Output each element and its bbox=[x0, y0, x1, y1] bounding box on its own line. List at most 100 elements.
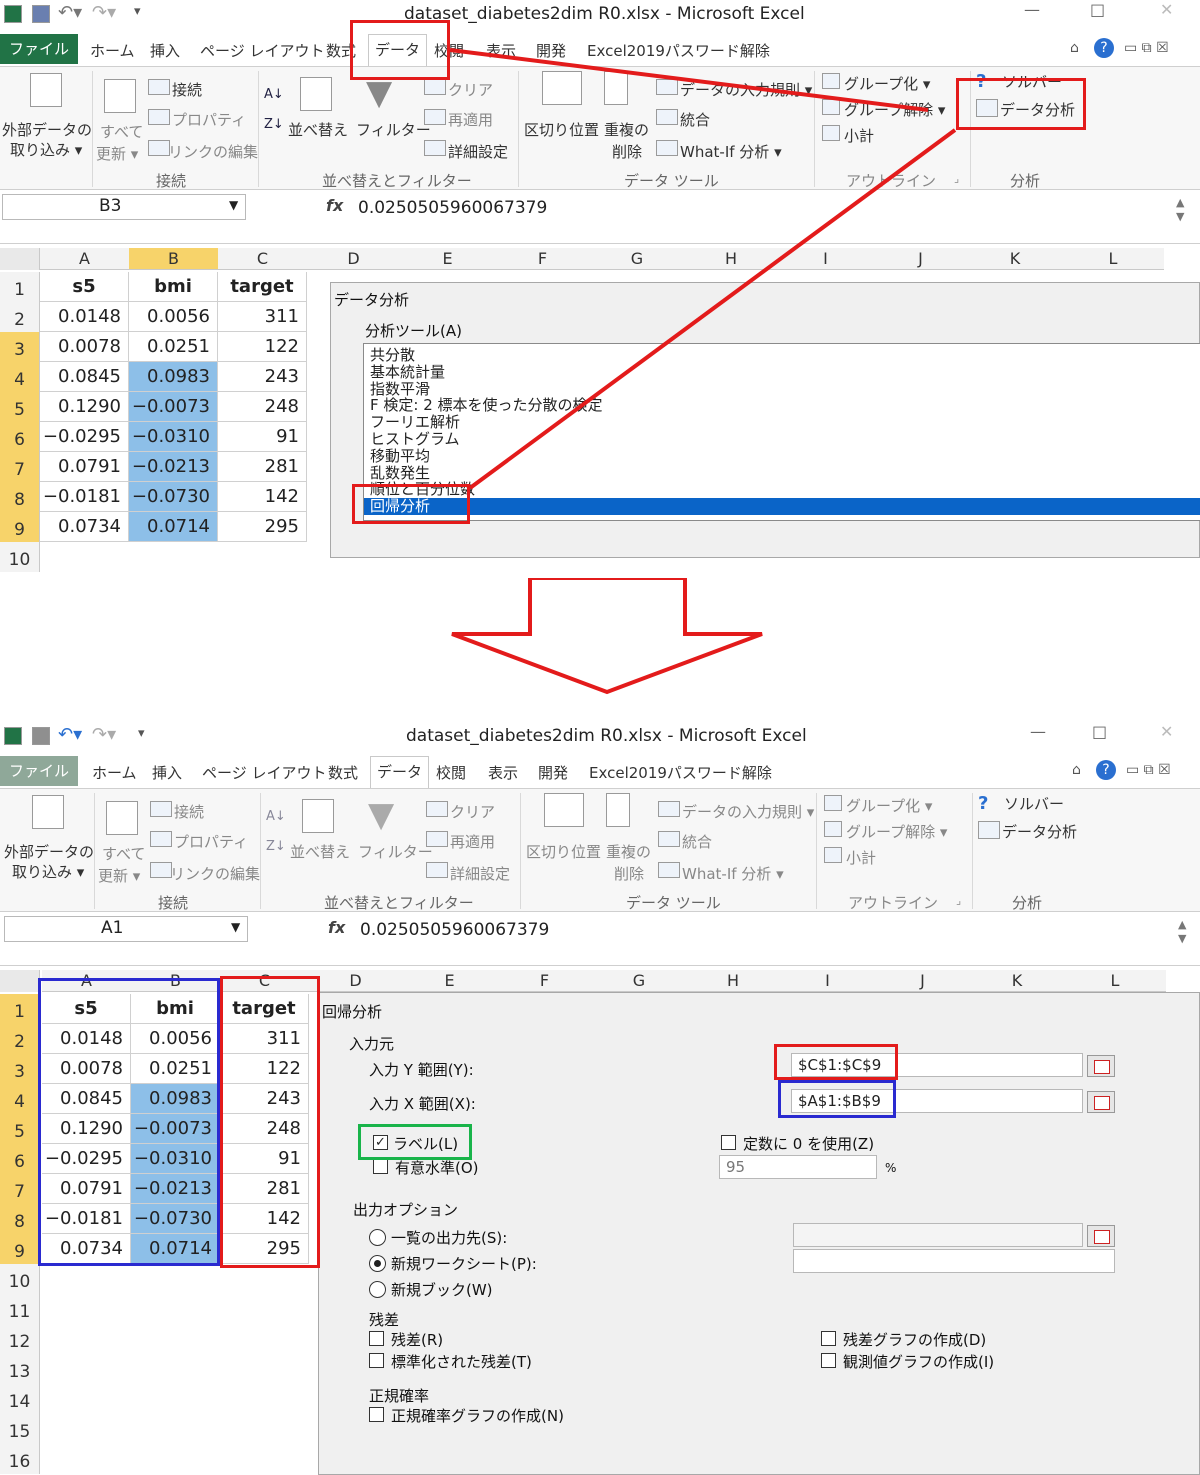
customize-toolbar-icon[interactable]: ▾ bbox=[138, 726, 145, 741]
tab-developer[interactable]: 開発 bbox=[538, 762, 568, 783]
tab-formulas[interactable]: 数式 bbox=[328, 762, 358, 783]
row-header-4[interactable]: 4 bbox=[0, 1084, 40, 1114]
new-sheet-input[interactable] bbox=[793, 1249, 1115, 1273]
const-zero-checkbox[interactable] bbox=[721, 1135, 736, 1150]
data-validation-button[interactable]: データの入力規則 ▾ bbox=[682, 801, 814, 822]
data-analysis-button[interactable]: データ分析 bbox=[1002, 821, 1077, 842]
column-header-i[interactable]: I bbox=[780, 970, 875, 992]
subtotal-button[interactable]: 小計 bbox=[846, 847, 876, 868]
row-header-14[interactable]: 14 bbox=[0, 1384, 40, 1414]
confidence-input[interactable]: 95 bbox=[719, 1155, 877, 1179]
column-header-l[interactable]: L bbox=[1064, 970, 1166, 992]
close-icon[interactable]: ✕ bbox=[1160, 722, 1173, 741]
connections-button[interactable]: 接続 bbox=[174, 801, 204, 822]
redo-icon[interactable]: ↷▾ bbox=[92, 724, 116, 745]
what-if-button[interactable]: What-If 分析 ▾ bbox=[682, 863, 784, 884]
outline-launcher-icon[interactable]: ⌟ bbox=[956, 894, 961, 907]
residual-plots-label: 残差グラフの作成(D) bbox=[843, 1331, 987, 1349]
std-residuals-checkbox[interactable] bbox=[369, 1353, 384, 1368]
new-sheet-radio[interactable] bbox=[369, 1255, 386, 1272]
name-box-dropdown-icon[interactable]: ▼ bbox=[231, 920, 240, 934]
properties-button[interactable]: プロパティ bbox=[174, 831, 248, 852]
output-range-radio[interactable] bbox=[369, 1229, 386, 1246]
y-range-picker-button[interactable] bbox=[1087, 1055, 1115, 1077]
column-header-g[interactable]: G bbox=[592, 970, 686, 992]
row-header-7[interactable]: 7 bbox=[0, 1174, 40, 1204]
remove-duplicates-label-2[interactable]: 削除 bbox=[614, 863, 644, 884]
group-button[interactable]: グループ化 ▾ bbox=[846, 795, 932, 816]
residual-plots-checkbox[interactable] bbox=[821, 1331, 836, 1346]
consolidate-icon bbox=[658, 831, 680, 847]
maximize-icon[interactable]: □ bbox=[1092, 722, 1107, 741]
tab-password[interactable]: Excel2019パスワード解除 bbox=[589, 762, 772, 783]
row-header-5[interactable]: 5 bbox=[0, 1114, 40, 1144]
formula-scroll-icon[interactable]: ▲ ▼ bbox=[1178, 918, 1186, 946]
column-header-j[interactable]: J bbox=[875, 970, 970, 992]
normal-plots-checkbox[interactable] bbox=[369, 1407, 384, 1422]
sort-button[interactable]: 並べ替え bbox=[290, 841, 350, 862]
edit-links-icon bbox=[150, 862, 172, 878]
row-header-13[interactable]: 13 bbox=[0, 1354, 40, 1384]
output-range-input[interactable] bbox=[793, 1223, 1083, 1247]
column-header-k[interactable]: K bbox=[970, 970, 1064, 992]
tab-data[interactable]: データ bbox=[370, 756, 430, 788]
solver-button[interactable]: ソルバー bbox=[1004, 793, 1064, 814]
new-book-radio[interactable] bbox=[369, 1281, 386, 1298]
column-header-h[interactable]: H bbox=[686, 970, 780, 992]
line-fit-plots-checkbox[interactable] bbox=[821, 1353, 836, 1368]
edit-links-button[interactable]: リンクの編集 bbox=[170, 863, 260, 884]
tab-file[interactable]: ファイル bbox=[0, 756, 78, 786]
row-header-12[interactable]: 12 bbox=[0, 1324, 40, 1354]
fx-icon[interactable]: fx bbox=[328, 918, 345, 937]
row-header-16[interactable]: 16 bbox=[0, 1444, 40, 1474]
row-header-3[interactable]: 3 bbox=[0, 1054, 40, 1084]
column-header-d[interactable]: D bbox=[309, 970, 402, 992]
row-header-15[interactable]: 15 bbox=[0, 1414, 40, 1444]
select-all-corner[interactable] bbox=[0, 970, 40, 992]
line-fit-plots-label: 観測値グラフの作成(I) bbox=[843, 1353, 995, 1371]
help-icon[interactable]: ? bbox=[1096, 760, 1116, 780]
row-header-9[interactable]: 9 bbox=[0, 1234, 40, 1264]
tab-home[interactable]: ホーム bbox=[92, 762, 137, 783]
row-header-11[interactable]: 11 bbox=[0, 1294, 40, 1324]
x-range-picker-button[interactable] bbox=[1087, 1091, 1115, 1113]
row-header-6[interactable]: 6 bbox=[0, 1144, 40, 1174]
tab-insert[interactable]: 挿入 bbox=[152, 762, 182, 783]
tab-review[interactable]: 校閲 bbox=[436, 762, 466, 783]
refresh-all-label-1[interactable]: すべて bbox=[102, 843, 145, 864]
refresh-all-label-2[interactable]: 更新 ▾ bbox=[98, 865, 140, 886]
text-to-columns-button[interactable]: 区切り位置 bbox=[526, 841, 601, 862]
row-header-8[interactable]: 8 bbox=[0, 1204, 40, 1234]
formula-value[interactable]: 0.0250505960067379 bbox=[360, 920, 549, 940]
filter-button[interactable]: フィルター bbox=[358, 841, 433, 862]
residuals-checkbox[interactable] bbox=[369, 1331, 384, 1346]
tab-view[interactable]: 表示 bbox=[488, 762, 518, 783]
reapply-button[interactable]: 再適用 bbox=[450, 831, 495, 852]
save-icon[interactable] bbox=[32, 727, 50, 745]
ungroup-button[interactable]: グループ解除 ▾ bbox=[846, 821, 947, 842]
screenshot-top: ↶▾ ↷▾ ▾ dataset_diabetes2dim R0.xlsx - M… bbox=[0, 0, 1200, 578]
confidence-checkbox[interactable] bbox=[373, 1159, 388, 1174]
collapse-ribbon-icon[interactable]: ⌂ bbox=[1072, 762, 1081, 778]
x-range-label: 入力 X 範囲(X): bbox=[369, 1095, 476, 1113]
consolidate-button[interactable]: 統合 bbox=[682, 831, 712, 852]
ribbon-minimize-icon[interactable]: ▭ ⧉ ☒ bbox=[1126, 762, 1171, 778]
undo-icon[interactable]: ↶▾ bbox=[58, 724, 82, 745]
name-box[interactable]: A1 ▼ bbox=[4, 916, 248, 942]
input-section-label: 入力元 bbox=[349, 1035, 395, 1053]
row-header-2[interactable]: 2 bbox=[0, 1024, 40, 1054]
external-data-label-2[interactable]: 取り込み ▾ bbox=[12, 861, 84, 882]
column-header-f[interactable]: F bbox=[497, 970, 592, 992]
new-book-label: 新規ブック(W) bbox=[391, 1281, 493, 1299]
advanced-button[interactable]: 詳細設定 bbox=[450, 863, 510, 884]
row-header-10[interactable]: 10 bbox=[0, 1264, 40, 1294]
clear-button[interactable]: クリア bbox=[450, 801, 495, 822]
remove-duplicates-label-1[interactable]: 重複の bbox=[606, 841, 651, 862]
minimize-icon[interactable]: — bbox=[1030, 722, 1046, 741]
tab-page-layout[interactable]: ページ レイアウト bbox=[202, 762, 326, 783]
external-data-label-1[interactable]: 外部データの bbox=[4, 841, 94, 862]
output-range-picker-button[interactable] bbox=[1087, 1225, 1115, 1247]
column-header-e[interactable]: E bbox=[402, 970, 497, 992]
row-header-1[interactable]: 1 bbox=[0, 994, 40, 1024]
sort-asc-icon[interactable]: A↓ Z↓ bbox=[266, 809, 286, 854]
